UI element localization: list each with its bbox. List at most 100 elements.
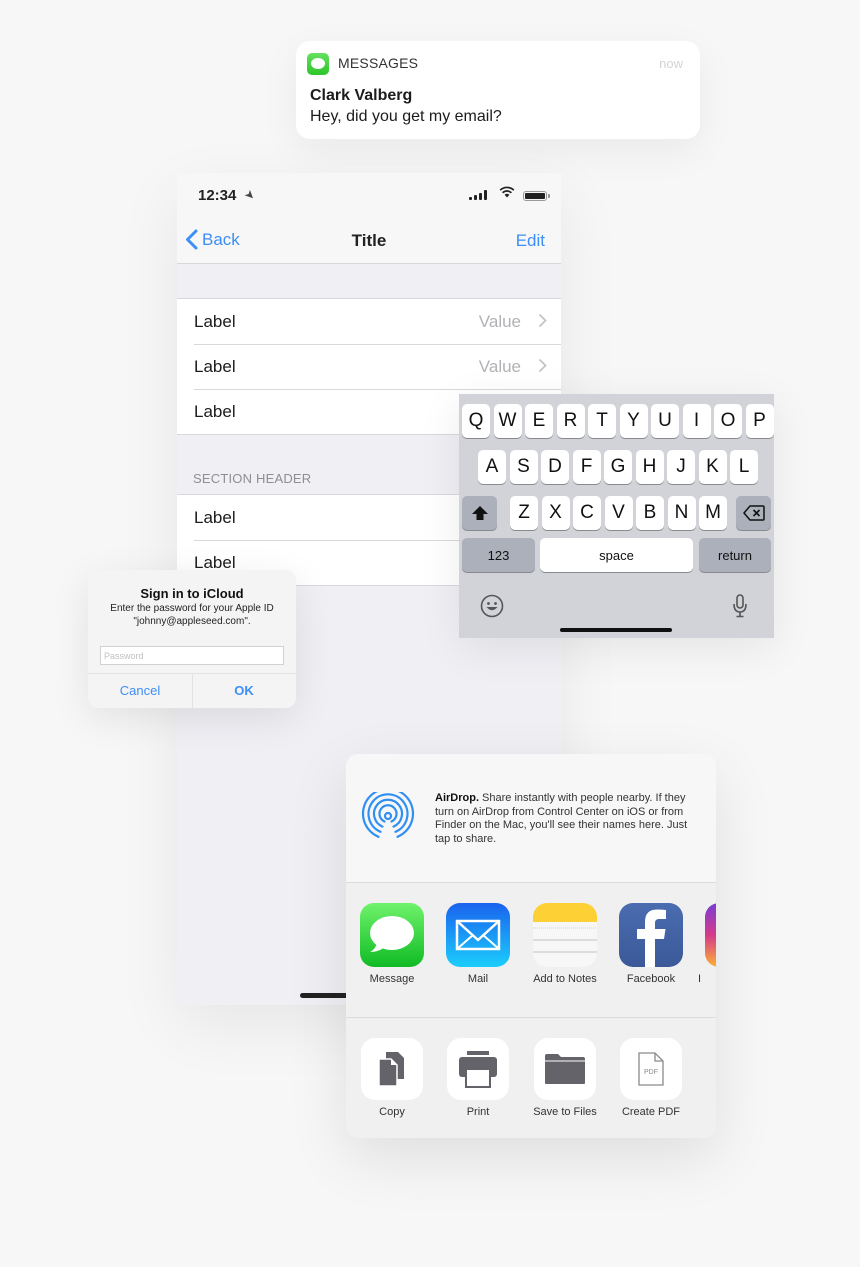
- table-row[interactable]: Label Value: [177, 299, 561, 344]
- shift-key[interactable]: [462, 496, 497, 530]
- alert-message-line: Enter the password for your Apple ID: [110, 603, 274, 614]
- messages-app-icon: [307, 53, 329, 75]
- status-bar: 12:34 ➤: [177, 173, 561, 217]
- share-app-label: Facebook: [626, 973, 676, 985]
- notification-message: Hey, did you get my email?: [310, 108, 502, 125]
- share-apps-row: Message Mail Add to Notes Facebook I: [346, 884, 716, 1018]
- delete-key[interactable]: [736, 496, 771, 530]
- share-action-print[interactable]: Print: [435, 1038, 521, 1118]
- key-a[interactable]: A: [478, 450, 506, 484]
- share-action-label: Save to Files: [533, 1106, 597, 1118]
- share-action-create-pdf[interactable]: PDF Create PDF: [608, 1038, 694, 1118]
- share-app-notes[interactable]: Add to Notes: [522, 903, 608, 985]
- instagram-app-icon: [705, 903, 716, 967]
- alert-title: Sign in to iCloud: [140, 586, 244, 601]
- key-g[interactable]: G: [604, 450, 632, 484]
- message-app-icon: [360, 903, 424, 967]
- mail-app-icon: [446, 903, 510, 967]
- folder-icon: [534, 1038, 596, 1100]
- cellular-signal-icon: [469, 190, 487, 200]
- key-y[interactable]: Y: [619, 404, 648, 438]
- emoji-icon[interactable]: [480, 594, 504, 618]
- airdrop-description: AirDrop. Share instantly with people nea…: [435, 792, 705, 846]
- airdrop-section: AirDrop. Share instantly with people nea…: [346, 754, 716, 883]
- share-app-message[interactable]: Message: [349, 903, 435, 985]
- share-app-label: Add to Notes: [533, 973, 597, 985]
- key-c[interactable]: C: [573, 496, 601, 530]
- key-w[interactable]: W: [493, 404, 522, 438]
- share-app-mail[interactable]: Mail: [435, 903, 521, 985]
- chevron-right-icon: [538, 313, 547, 328]
- share-sheet: AirDrop. Share instantly with people nea…: [346, 754, 716, 1138]
- key-k[interactable]: K: [698, 450, 727, 484]
- space-key[interactable]: space: [540, 538, 693, 572]
- key-u[interactable]: U: [651, 404, 679, 438]
- page-title: Title: [351, 231, 387, 250]
- key-z[interactable]: Z: [510, 496, 538, 530]
- key-p[interactable]: P: [745, 404, 774, 438]
- status-time: 12:34: [198, 187, 237, 204]
- share-app-label: Message: [369, 973, 415, 985]
- message-notification[interactable]: MESSAGES now Clark Valberg Hey, did you …: [296, 41, 700, 139]
- key-l[interactable]: L: [730, 450, 758, 484]
- key-h[interactable]: H: [635, 450, 664, 484]
- share-app-instagram[interactable]: I: [694, 903, 716, 985]
- key-t[interactable]: T: [588, 404, 616, 438]
- row-label: Label: [194, 401, 236, 421]
- key-s[interactable]: S: [509, 450, 538, 484]
- key-i[interactable]: I: [682, 404, 711, 438]
- key-o[interactable]: O: [714, 404, 742, 438]
- microphone-icon[interactable]: [732, 594, 748, 618]
- keyboard: QWERTYUIOP ASDFGHJKL ZXCVBNM 123 space ret…: [459, 394, 774, 638]
- chevron-right-icon: [538, 358, 547, 373]
- share-app-label: I: [698, 973, 702, 985]
- key-j[interactable]: J: [667, 450, 695, 484]
- key-r[interactable]: R: [556, 404, 585, 438]
- row-label: Label: [194, 356, 236, 376]
- share-actions-row: Copy Print Save to Files PDF Create PDF: [346, 1019, 716, 1138]
- pdf-glyph-text: PDF: [644, 1069, 658, 1076]
- key-n[interactable]: N: [667, 496, 696, 530]
- icloud-signin-alert: Sign in to iCloud Enter the password for…: [88, 570, 296, 708]
- key-v[interactable]: V: [604, 496, 633, 530]
- table-row[interactable]: Label Value: [177, 344, 561, 389]
- airdrop-icon: [361, 792, 415, 838]
- share-action-label: Print: [466, 1106, 490, 1118]
- location-arrow-icon: ➤: [241, 186, 259, 204]
- battery-icon: [523, 191, 547, 201]
- facebook-app-icon: [619, 903, 683, 967]
- numbers-key[interactable]: 123: [462, 538, 535, 572]
- alert-message-line: "johnny@appleseed.com".: [133, 616, 251, 627]
- notification-sender: Clark Valberg: [310, 87, 413, 104]
- cancel-button[interactable]: Cancel: [88, 683, 192, 698]
- share-app-facebook[interactable]: Facebook: [608, 903, 694, 985]
- alert-message: Enter the password for your Apple ID "jo…: [96, 602, 288, 628]
- notification-app-name: MESSAGES: [338, 55, 419, 71]
- shift-icon: [471, 506, 488, 520]
- section-header: SECTION HEADER: [193, 471, 312, 486]
- key-m[interactable]: M: [699, 496, 727, 530]
- airdrop-title: AirDrop.: [435, 792, 479, 804]
- password-field[interactable]: [100, 646, 284, 665]
- notification-time: now: [659, 56, 683, 71]
- share-action-save-to-files[interactable]: Save to Files: [522, 1038, 608, 1118]
- key-q[interactable]: Q: [462, 404, 490, 438]
- key-f[interactable]: F: [572, 450, 601, 484]
- wifi-icon: [499, 186, 515, 198]
- return-key[interactable]: return: [699, 538, 771, 572]
- share-action-copy[interactable]: Copy: [349, 1038, 435, 1118]
- keyboard-home-indicator: [560, 628, 672, 632]
- key-b[interactable]: B: [636, 496, 664, 530]
- row-label: Label: [194, 311, 236, 331]
- ok-button[interactable]: OK: [192, 683, 296, 698]
- key-x[interactable]: X: [541, 496, 570, 530]
- key-e[interactable]: E: [525, 404, 553, 438]
- share-action-label: Copy: [379, 1106, 405, 1118]
- share-app-label: Mail: [467, 973, 489, 985]
- edit-button[interactable]: Edit: [516, 231, 545, 251]
- key-d[interactable]: D: [541, 450, 569, 484]
- pdf-icon: PDF: [620, 1038, 682, 1100]
- navigation-bar: Back Title Edit: [177, 217, 561, 264]
- row-value: Value: [478, 356, 521, 376]
- backspace-icon: [742, 505, 765, 521]
